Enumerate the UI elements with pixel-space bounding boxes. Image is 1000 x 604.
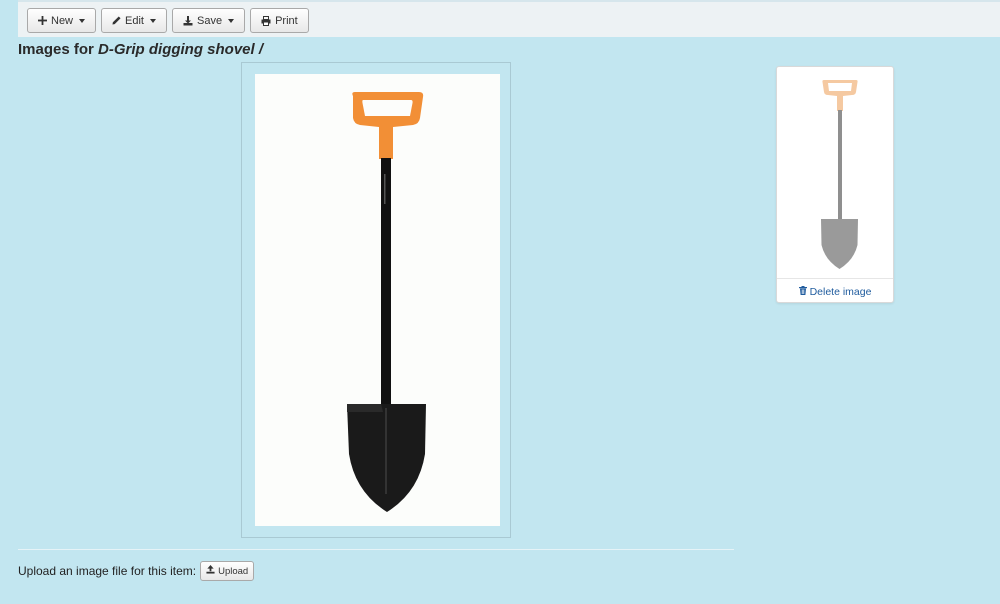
main-image-frame [241, 62, 511, 538]
delete-image-label: Delete image [809, 286, 872, 298]
thumbnail-card: Delete image [776, 66, 894, 303]
print-button[interactable]: Print [250, 8, 309, 33]
upload-label: Upload an image file for this item: [18, 564, 197, 578]
pencil-icon [112, 16, 121, 25]
divider [777, 278, 893, 279]
chevron-down-icon [149, 19, 156, 23]
upload-button[interactable]: Upload [200, 561, 255, 581]
chevron-down-icon [79, 19, 86, 23]
plus-icon [38, 16, 47, 25]
page-title: Images for D-Grip digging shovel / [18, 41, 263, 58]
upload-row: Upload an image file for this item: Uplo… [18, 561, 255, 581]
edit-button-label: Edit [125, 14, 144, 27]
save-button-label: Save [196, 14, 223, 27]
upload-button-label: Upload [218, 565, 249, 577]
shovel-image [255, 74, 500, 526]
delete-image-link[interactable]: Delete image [777, 286, 893, 298]
upload-icon [206, 565, 215, 577]
download-icon [183, 15, 193, 26]
new-button-label: New [51, 14, 74, 27]
new-button[interactable]: New [27, 8, 97, 33]
save-button[interactable]: Save [171, 8, 246, 33]
shovel-thumbnail[interactable] [777, 67, 893, 277]
page-title-prefix: Images for [18, 41, 94, 58]
toolbar: New Edit Save Print [18, 0, 1000, 37]
divider [18, 549, 734, 550]
print-button-label: Print [275, 14, 298, 27]
edit-button[interactable]: Edit [101, 8, 167, 33]
trash-icon [798, 286, 807, 298]
print-icon [261, 15, 271, 26]
chevron-down-icon [228, 19, 235, 23]
page-title-item: D-Grip digging shovel / [98, 41, 264, 58]
